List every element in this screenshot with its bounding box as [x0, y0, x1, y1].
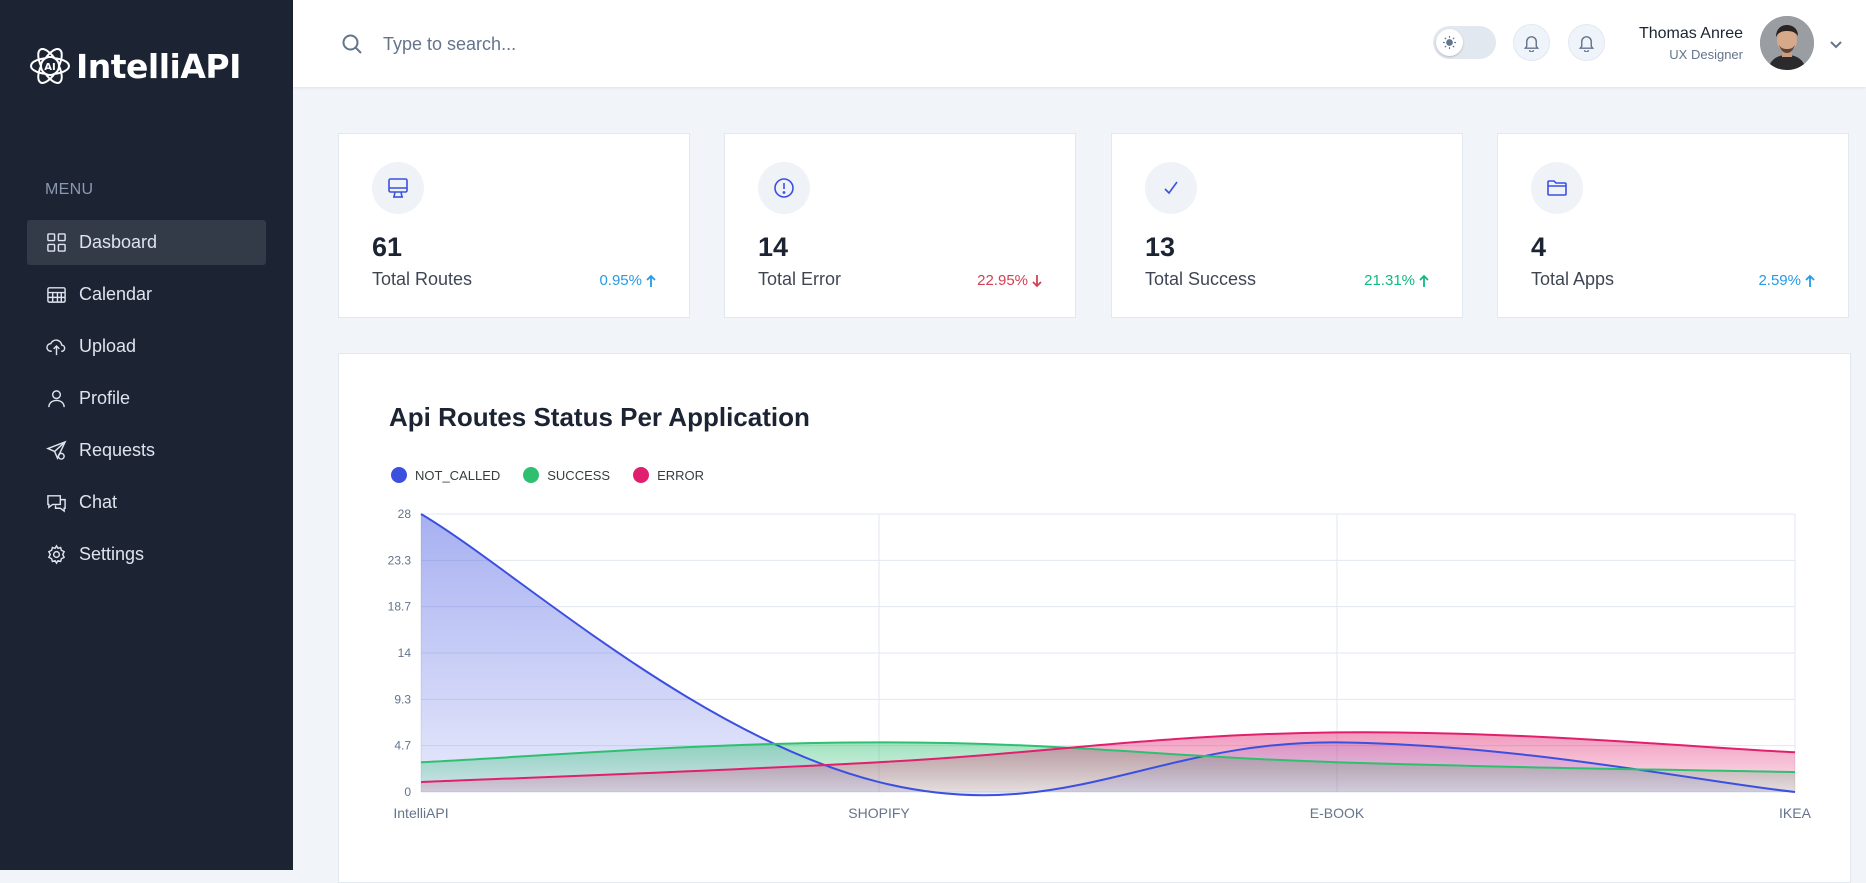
x-tick-label: SHOPIFY	[848, 805, 910, 821]
x-tick-label: IKEA	[1779, 805, 1812, 821]
stat-value: 61	[372, 232, 403, 262]
y-tick-label: 28	[398, 507, 412, 521]
user-role: UX Designer	[1669, 47, 1743, 62]
trend-value: 22.95%	[977, 272, 1028, 289]
sidebar-item-label: Profile	[79, 388, 131, 408]
sidebar-item-settings[interactable]: Settings	[27, 532, 266, 577]
menu-heading: MENU	[45, 181, 94, 198]
y-tick-label: 18.7	[388, 600, 412, 614]
calendar-icon	[45, 284, 67, 306]
arrow-up-icon	[1419, 274, 1429, 287]
y-tick-label: 0	[404, 785, 411, 799]
y-tick-label: 9.3	[394, 692, 411, 706]
stat-trend: 0.95%	[599, 272, 657, 289]
gear-icon	[45, 544, 67, 566]
bell-icon	[1523, 36, 1540, 52]
sidebar-item-upload[interactable]: Upload	[27, 324, 266, 369]
area-chart: 0 4.7 9.3 14 18.7 23.3 28 IntelliAPI SHOPIFY E-BO…	[388, 507, 1812, 821]
sidebar-item-label: Settings	[79, 544, 145, 564]
y-tick-label: 23.3	[388, 553, 412, 567]
user-name[interactable]: Thomas Anree	[1639, 25, 1743, 43]
stat-label: Total Error	[758, 269, 842, 289]
sidebar-menu: Dasboard Calendar Upload Profile Request…	[27, 220, 266, 584]
stat-card-errors: 14 Total Error 22.95%	[724, 133, 1076, 318]
stat-card-apps: 4 Total Apps 2.59%	[1497, 133, 1849, 318]
trend-value: 21.31%	[1364, 272, 1415, 289]
stat-label: Total Apps	[1531, 269, 1615, 289]
sidebar-item-label: Upload	[79, 336, 137, 356]
logo-text: IntelliAPI	[76, 46, 241, 86]
notification-button[interactable]	[1513, 24, 1550, 61]
user-icon	[45, 388, 67, 410]
stat-card-success: 13 Total Success 21.31%	[1111, 133, 1463, 318]
sidebar-item-requests[interactable]: Requests	[27, 428, 266, 473]
check-icon	[1145, 162, 1197, 214]
search-icon[interactable]	[341, 33, 363, 55]
sidebar-item-profile[interactable]: Profile	[27, 376, 266, 421]
send-icon	[45, 440, 67, 462]
y-tick-label: 14	[398, 646, 412, 660]
svg-text:AI: AI	[44, 62, 55, 73]
search-input[interactable]	[381, 26, 885, 62]
sidebar-item-label: Chat	[79, 492, 118, 512]
alert-circle-icon	[758, 162, 810, 214]
sun-icon	[1436, 29, 1463, 56]
sidebar-item-label: Requests	[79, 440, 156, 460]
stat-value: 13	[1145, 232, 1176, 262]
x-tick-label: IntelliAPI	[393, 805, 448, 821]
trend-value: 2.59%	[1758, 272, 1801, 289]
stat-value: 14	[758, 232, 789, 262]
stat-value: 4	[1531, 232, 1547, 262]
stat-trend: 21.31%	[1364, 272, 1430, 289]
avatar[interactable]	[1760, 16, 1814, 70]
folder-icon	[1531, 162, 1583, 214]
sidebar-item-label: Dasboard	[79, 232, 158, 252]
chevron-down-icon[interactable]	[1828, 36, 1844, 52]
top-header: Thomas Anree UX Designer	[293, 0, 1866, 87]
x-tick-label: E-BOOK	[1310, 805, 1365, 821]
stat-card-routes: 61 Total Routes 0.95%	[338, 133, 690, 318]
dark-mode-toggle[interactable]	[1433, 26, 1496, 59]
messages-button[interactable]	[1568, 24, 1605, 61]
logo[interactable]: AI IntelliAPI	[28, 44, 241, 88]
arrow-down-icon	[1032, 274, 1042, 287]
arrow-up-icon	[1805, 274, 1815, 287]
chat-icon	[45, 492, 67, 514]
arrow-up-icon	[646, 274, 656, 287]
sidebar: AI IntelliAPI MENU Dasboard Calendar Upl…	[0, 0, 293, 870]
stat-trend: 2.59%	[1758, 272, 1816, 289]
chart-panel: Api Routes Status Per Application NOT_CA…	[338, 353, 1851, 883]
stat-trend: 22.95%	[977, 272, 1043, 289]
trend-value: 0.95%	[599, 272, 642, 289]
atom-logo-icon: AI	[30, 48, 70, 84]
sidebar-item-dashboard[interactable]: Dasboard	[27, 220, 266, 265]
bell-icon	[1578, 36, 1595, 52]
y-tick-label: 4.7	[394, 739, 411, 753]
sidebar-item-label: Calendar	[79, 284, 153, 304]
stat-label: Total Success	[1145, 269, 1257, 289]
stat-label: Total Routes	[372, 269, 473, 289]
sidebar-item-chat[interactable]: Chat	[27, 480, 266, 525]
grid-icon	[45, 232, 67, 254]
cloud-upload-icon	[45, 336, 67, 358]
sidebar-item-calendar[interactable]: Calendar	[27, 272, 266, 317]
monitor-icon	[372, 162, 424, 214]
